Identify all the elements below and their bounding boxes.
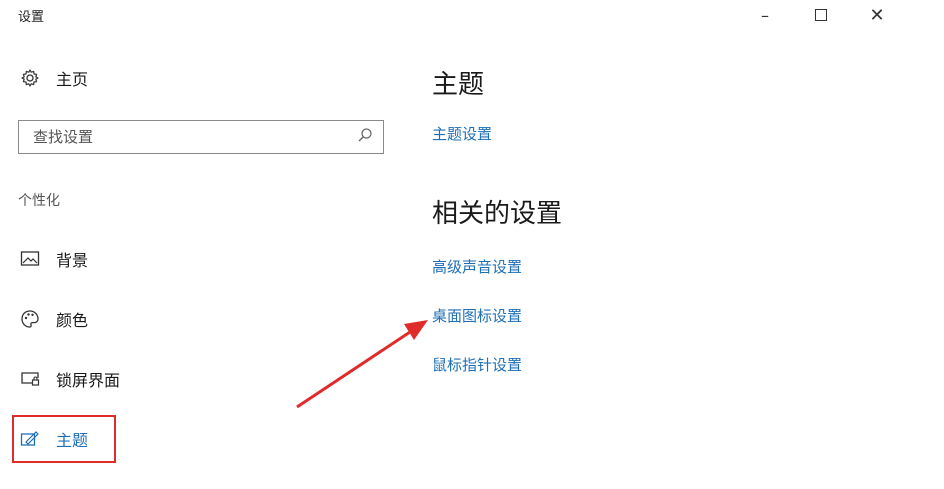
annotation-arrow bbox=[296, 320, 428, 409]
